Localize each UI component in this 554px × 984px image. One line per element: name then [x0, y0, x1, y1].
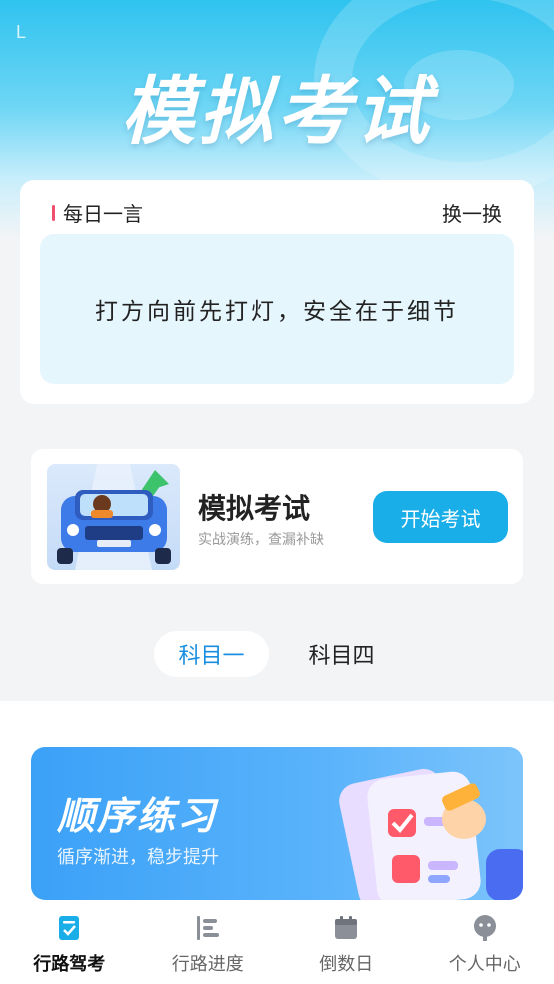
bottom-nav: 行路驾考 行路进度 倒数日 个人中心 — [0, 900, 554, 984]
quote-box: 打方向前先打灯，安全在于细节 — [40, 234, 514, 384]
tab-subject-four[interactable]: 科目四 — [284, 631, 399, 677]
progress-chart-icon — [196, 916, 219, 940]
practice-subtitle: 循序渐进，稳步提升 — [57, 847, 219, 868]
status-indicator: L — [16, 22, 27, 42]
quote-text: 打方向前先打灯，安全在于细节 — [95, 299, 459, 325]
page-title: 模拟考试 — [121, 69, 433, 155]
start-exam-button[interactable]: 开始考试 — [373, 491, 508, 543]
car-illustration — [47, 464, 180, 570]
daily-quote-header: 每日一言 — [52, 198, 143, 227]
nav-item-profile[interactable]: 个人中心 — [416, 900, 554, 984]
mock-exam-subtitle: 实战演练，查漏补缺 — [198, 532, 324, 548]
daily-quote-label: 每日一言 — [63, 202, 143, 226]
nav-label: 行路驾考 — [33, 954, 106, 975]
user-avatar-icon — [473, 915, 496, 941]
mock-exam-card: 模拟考试 实战演练，查漏补缺 开始考试 — [31, 449, 523, 584]
mock-exam-title: 模拟考试 — [198, 492, 311, 525]
subject-tabs: 科目一 科目四 — [154, 631, 399, 677]
checklist-illustration — [339, 768, 523, 900]
nav-item-progress[interactable]: 行路进度 — [139, 900, 278, 984]
practice-title: 顺序练习 — [57, 794, 218, 838]
nav-label: 个人中心 — [448, 954, 521, 975]
calendar-icon — [335, 916, 358, 939]
tab-subject-one[interactable]: 科目一 — [154, 631, 269, 677]
nav-label: 倒数日 — [319, 954, 374, 975]
switch-quote-button[interactable]: 换一换 — [442, 198, 502, 227]
daily-quote-card: 每日一言 换一换 打方向前先打灯，安全在于细节 — [20, 180, 534, 404]
nav-item-countdown[interactable]: 倒数日 — [277, 900, 416, 984]
nav-item-driving-exam[interactable]: 行路驾考 — [0, 900, 139, 984]
sequential-practice-card[interactable]: 顺序练习 循序渐进，稳步提升 — [31, 747, 523, 900]
accent-bar — [52, 204, 55, 221]
exam-doc-icon — [59, 916, 80, 940]
nav-label: 行路进度 — [171, 954, 244, 975]
